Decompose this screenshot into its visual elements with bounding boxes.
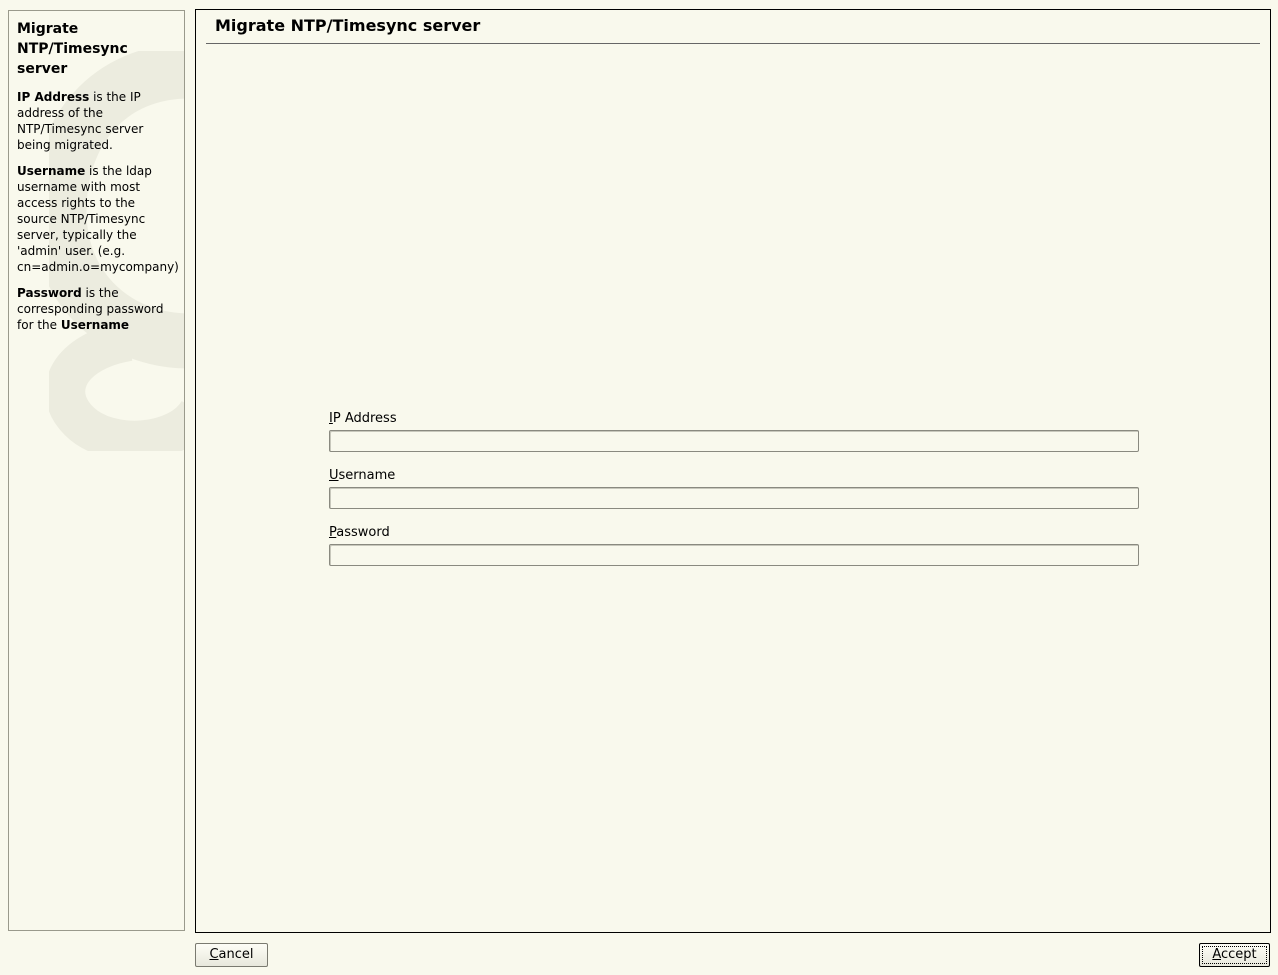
password-field-group: Password [329,524,1139,566]
username-field-group: Username [329,467,1139,509]
ip-address-input[interactable] [329,430,1139,452]
password-label: Password [329,525,390,540]
help-username-paragraph: Username is the ldap username with most … [17,164,179,274]
help-password-paragraph: Password is the corresponding password f… [17,286,164,332]
cancel-button[interactable]: Cancel [195,943,268,967]
page-title: Migrate NTP/Timesync server [215,16,481,35]
ip-address-field-group: IP Address [329,410,1139,452]
password-input[interactable] [329,544,1139,566]
help-ip-address-paragraph: IP Address is the IP address of the NTP/… [17,90,144,152]
main-panel: Migrate NTP/Timesync server IP Address U… [195,9,1271,933]
title-divider [206,43,1260,44]
username-label: Username [329,468,396,483]
help-panel[interactable]: Migrate NTP/Timesync server IP Address i… [8,10,185,931]
migration-form: IP Address Username Password [329,410,1139,581]
ip-address-label: IP Address [329,411,397,426]
help-title: Migrate NTP/Timesync server [17,21,128,77]
username-input[interactable] [329,487,1139,509]
accept-button[interactable]: Accept [1199,943,1270,967]
